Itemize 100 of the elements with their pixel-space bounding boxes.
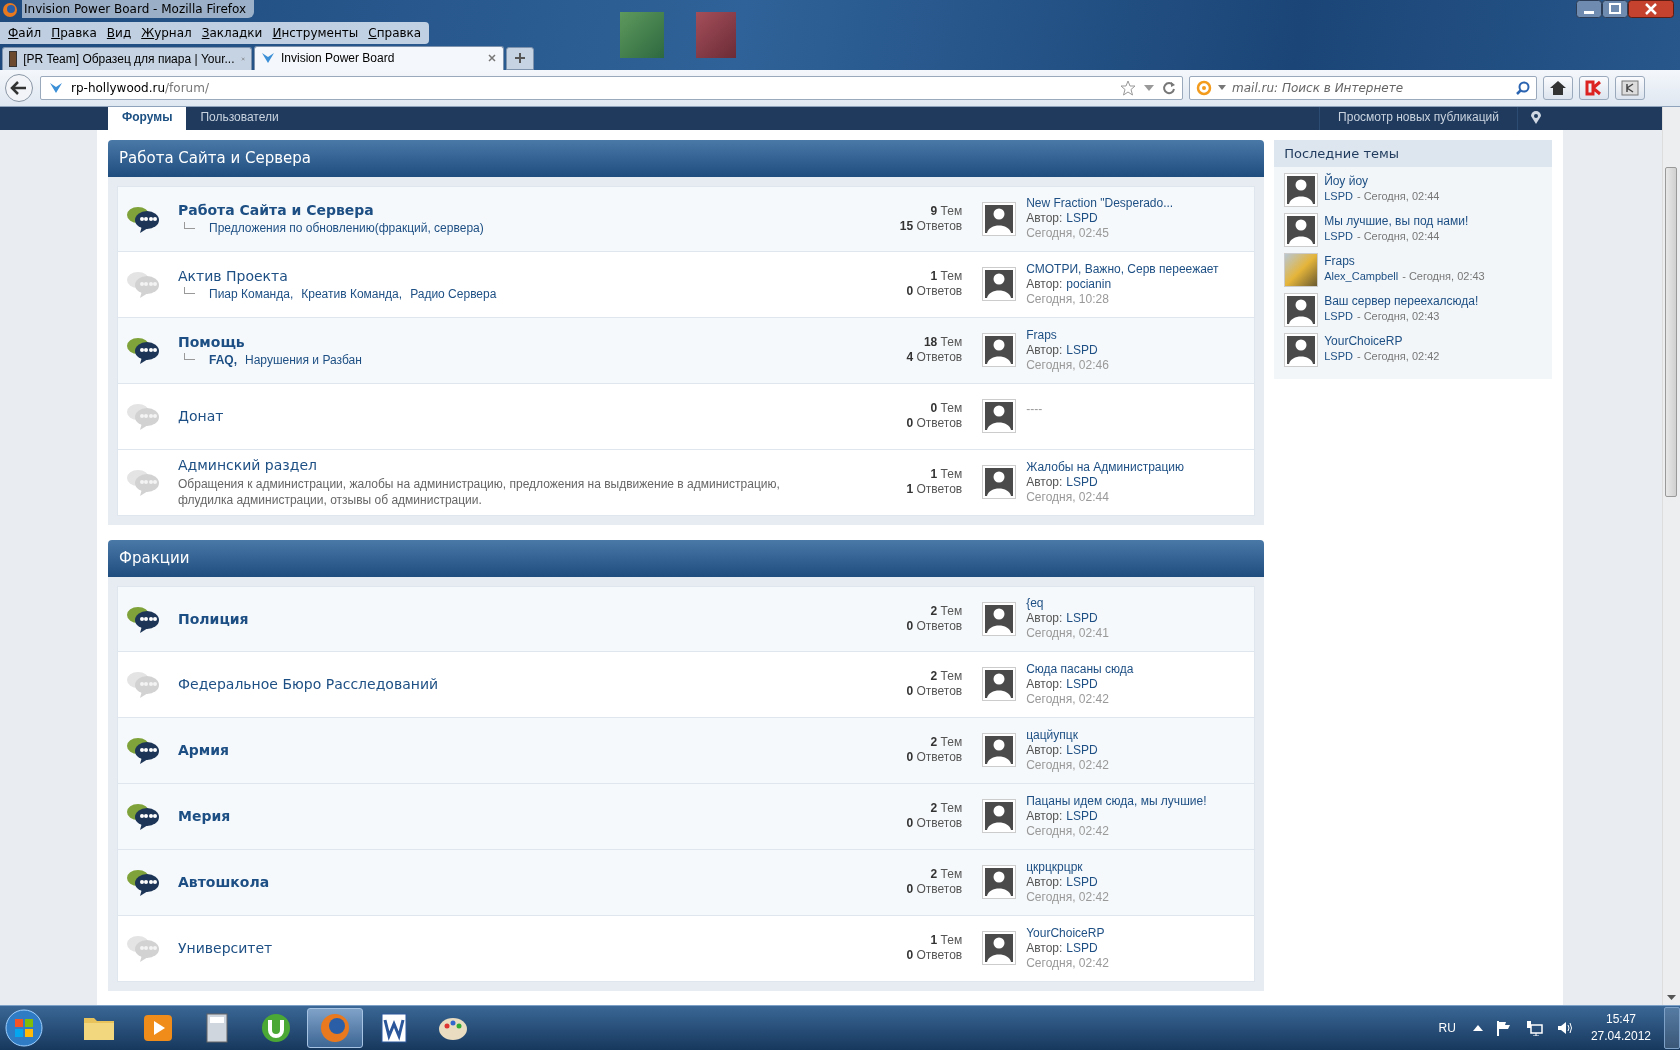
- show-hidden-icons-icon[interactable]: [1472, 1025, 1483, 1032]
- close-tab-icon[interactable]: [487, 53, 497, 64]
- author-link[interactable]: pocianin: [1066, 276, 1112, 291]
- author-link[interactable]: LSPD: [1324, 348, 1353, 363]
- taskbar-button[interactable]: [307, 1008, 363, 1049]
- network-icon[interactable]: [1524, 1020, 1543, 1037]
- author-link[interactable]: LSPD: [1066, 874, 1098, 889]
- forum-title-link[interactable]: Мерия: [178, 808, 863, 825]
- scroll-down-arrow-icon[interactable]: [1667, 995, 1676, 1002]
- author-link[interactable]: Alex_Campbell: [1324, 268, 1399, 283]
- subforum-link[interactable]: Радио Сервера: [410, 286, 497, 301]
- avatar-icon[interactable]: [1284, 212, 1319, 247]
- menu-item[interactable]: Вид: [102, 26, 136, 40]
- clock-date[interactable]: 27.04.2012: [1590, 1028, 1651, 1046]
- flag-icon[interactable]: [1495, 1020, 1512, 1037]
- author-link[interactable]: LSPD: [1066, 211, 1098, 226]
- speaker-icon[interactable]: [1555, 1020, 1574, 1037]
- language-indicator[interactable]: RU: [1438, 1021, 1456, 1036]
- last-post-title[interactable]: Сюда пасаны сюда: [1026, 661, 1247, 677]
- avatar-icon[interactable]: [982, 931, 1017, 966]
- last-post-title[interactable]: YourChoiceRP: [1026, 925, 1247, 941]
- author-link[interactable]: LSPD: [1066, 742, 1098, 757]
- avatar-icon[interactable]: [982, 601, 1017, 636]
- avatar-icon[interactable]: [982, 465, 1017, 500]
- show-desktop-button[interactable]: [1664, 1007, 1680, 1050]
- bookmark-star-icon[interactable]: [1120, 79, 1136, 96]
- close-button[interactable]: [1628, 0, 1674, 18]
- last-post-title[interactable]: {eq: [1026, 596, 1247, 612]
- clock-time[interactable]: 15:47: [1590, 1011, 1651, 1029]
- browser-tab[interactable]: [PR Team] Образец для пиара | Your...: [2, 46, 252, 70]
- start-button[interactable]: [4, 1008, 44, 1049]
- avatar-icon[interactable]: [982, 865, 1017, 900]
- dropdown-arrow-icon[interactable]: [1218, 84, 1226, 91]
- dropdown-arrow-icon[interactable]: [1144, 83, 1154, 92]
- forum-title-link[interactable]: Автошкола: [178, 874, 863, 891]
- forum-title-link[interactable]: Работа Сайта и Сервера: [178, 202, 863, 219]
- k-button[interactable]: [1615, 75, 1645, 100]
- menu-item[interactable]: Справка: [364, 26, 426, 40]
- forum-title-link[interactable]: Помощь: [178, 333, 863, 350]
- subforum-link[interactable]: FAQ,: [209, 352, 237, 367]
- avatar-icon[interactable]: [1284, 332, 1319, 367]
- author-link[interactable]: LSPD: [1066, 676, 1098, 691]
- new-posts-link[interactable]: Просмотр новых публикаций: [1319, 106, 1518, 130]
- avatar-icon[interactable]: [1284, 172, 1319, 207]
- author-link[interactable]: LSPD: [1066, 611, 1098, 626]
- forum-title-link[interactable]: Федеральное Бюро Расследований: [178, 676, 863, 693]
- last-post-title[interactable]: цкрцкрцрк: [1026, 859, 1247, 875]
- maximize-button[interactable]: [1602, 0, 1628, 18]
- avatar-icon[interactable]: [982, 201, 1017, 236]
- menu-item[interactable]: Правка: [47, 26, 101, 40]
- last-post-title[interactable]: СМОТРИ, Важно, Серв переежает: [1026, 261, 1247, 277]
- last-post-title[interactable]: New Fraction "Desperado...: [1026, 196, 1247, 212]
- forum-title-link[interactable]: Админский раздел: [178, 456, 863, 473]
- forum-title-link[interactable]: Армия: [178, 742, 863, 759]
- author-link[interactable]: LSPD: [1066, 474, 1098, 489]
- browser-tab[interactable]: Invision Power Board: [254, 45, 504, 70]
- avatar-icon[interactable]: [982, 733, 1017, 768]
- author-link[interactable]: LSPD: [1066, 342, 1098, 357]
- pin-icon[interactable]: [1530, 111, 1542, 126]
- forum-title-link[interactable]: Полиция: [178, 610, 863, 627]
- topic-link[interactable]: Йоу йоу: [1324, 172, 1440, 189]
- back-button[interactable]: [4, 72, 34, 103]
- scrollbar[interactable]: [1662, 106, 1680, 1006]
- author-link[interactable]: LSPD: [1066, 808, 1098, 823]
- search-icon[interactable]: [1516, 80, 1530, 95]
- avatar-icon[interactable]: [1284, 292, 1319, 327]
- avatar-icon[interactable]: [982, 333, 1017, 368]
- subforum-link[interactable]: Креатив Команда,: [301, 286, 403, 301]
- category-header[interactable]: Фракции: [108, 539, 1265, 577]
- address-field[interactable]: rp-hollywood.ru/forum/: [40, 75, 1183, 100]
- topic-link[interactable]: Ваш сервер переехалсюда!: [1324, 292, 1479, 309]
- author-link[interactable]: LSPD: [1324, 228, 1353, 243]
- search-bar[interactable]: mail.ru: Поиск в Интернете: [1189, 75, 1537, 100]
- subforum-link[interactable]: Пиар Команда,: [209, 286, 294, 301]
- forum-title-link[interactable]: Донат: [178, 408, 863, 425]
- avatar-icon[interactable]: [982, 399, 1017, 434]
- category-header[interactable]: Работа Сайта и Сервера: [108, 139, 1265, 177]
- last-post-title[interactable]: Пацаны идем сюда, мы лучшие!: [1026, 793, 1247, 809]
- reload-icon[interactable]: [1162, 80, 1176, 95]
- last-post-title[interactable]: Fraps: [1026, 327, 1247, 343]
- forum-title-link[interactable]: Актив Проекта: [178, 267, 863, 284]
- minimize-button[interactable]: [1576, 0, 1602, 18]
- nav-tab[interactable]: Форумы: [108, 106, 187, 130]
- home-button[interactable]: [1543, 75, 1573, 100]
- author-link[interactable]: LSPD: [1324, 188, 1353, 203]
- author-link[interactable]: LSPD: [1324, 308, 1353, 323]
- menu-item[interactable]: Файл: [4, 26, 46, 40]
- subforum-link[interactable]: Предложения по обновлению(фракций, сервера): [209, 221, 484, 236]
- topic-link[interactable]: Мы лучшие, вы под нами!: [1324, 212, 1469, 229]
- last-post-title[interactable]: Жалобы на Администрацию: [1026, 459, 1247, 475]
- forum-title-link[interactable]: Университет: [178, 940, 863, 957]
- author-link[interactable]: LSPD: [1066, 940, 1098, 955]
- last-post-title[interactable]: цацйупцк: [1026, 727, 1247, 743]
- menu-item[interactable]: Журнал: [137, 26, 196, 40]
- antivirus-button[interactable]: [1579, 75, 1609, 100]
- topic-link[interactable]: Fraps: [1324, 252, 1485, 269]
- avatar-icon[interactable]: [982, 667, 1017, 702]
- menu-item[interactable]: Закладки: [197, 26, 267, 40]
- avatar-icon[interactable]: [982, 799, 1017, 834]
- menu-item[interactable]: Инструменты: [268, 26, 363, 40]
